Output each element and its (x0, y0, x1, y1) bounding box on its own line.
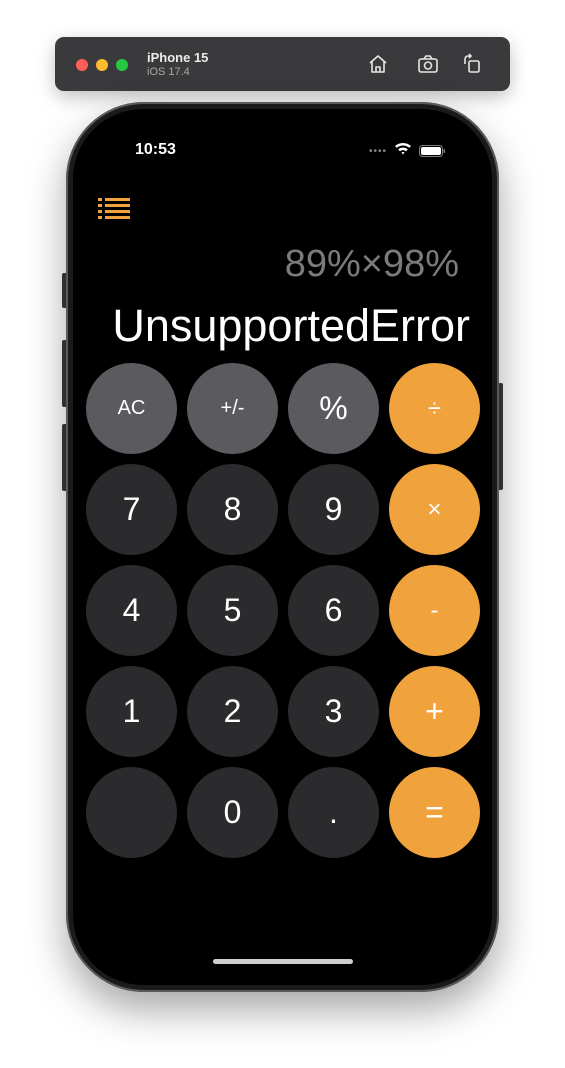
digit-9-button[interactable]: 9 (288, 464, 379, 555)
battery-icon (419, 144, 446, 157)
digit-6-button[interactable]: 6 (288, 565, 379, 656)
digit-7-button[interactable]: 7 (86, 464, 177, 555)
digit-2-button[interactable]: 2 (187, 666, 278, 757)
wifi-icon (394, 141, 412, 155)
digit-8-button[interactable]: 8 (187, 464, 278, 555)
home-icon[interactable] (366, 52, 390, 76)
screenshot-icon[interactable] (416, 52, 440, 76)
zoom-window-button[interactable] (116, 59, 128, 71)
all-clear-button[interactable]: AC (86, 363, 177, 454)
equals-button[interactable]: = (389, 767, 480, 858)
close-window-button[interactable] (76, 59, 88, 71)
home-indicator[interactable] (213, 959, 353, 964)
simulator-toolbar: iPhone 15 iOS 17.4 (55, 37, 510, 91)
percent-button[interactable]: % (288, 363, 379, 454)
divide-button[interactable]: ÷ (389, 363, 480, 454)
status-time: 10:53 (135, 141, 176, 158)
digit-5-button[interactable]: 5 (187, 565, 278, 656)
expression-display: 89%×98% (284, 243, 459, 285)
rotate-icon[interactable] (460, 52, 484, 76)
multiply-button[interactable]: × (389, 464, 480, 555)
decimal-button[interactable]: . (288, 767, 379, 858)
subtract-button[interactable]: - (389, 565, 480, 656)
digit-4-button[interactable]: 4 (86, 565, 177, 656)
os-version: iOS 17.4 (147, 66, 190, 78)
list-icon[interactable] (98, 197, 130, 219)
add-button[interactable]: + (389, 666, 480, 757)
digit-0-button[interactable]: 0 (187, 767, 278, 858)
digit-3-button[interactable]: 3 (288, 666, 379, 757)
signal-dots: •••• (369, 146, 388, 157)
result-display: UnsupportedError (112, 300, 470, 351)
phone-screen: 10:53 •••• 89%×98% UnsupportedError AC +… (73, 109, 492, 985)
minimize-window-button[interactable] (96, 59, 108, 71)
device-name: iPhone 15 (147, 50, 209, 65)
blank-button[interactable] (86, 767, 177, 858)
sign-toggle-button[interactable]: +/- (187, 363, 278, 454)
digit-1-button[interactable]: 1 (86, 666, 177, 757)
